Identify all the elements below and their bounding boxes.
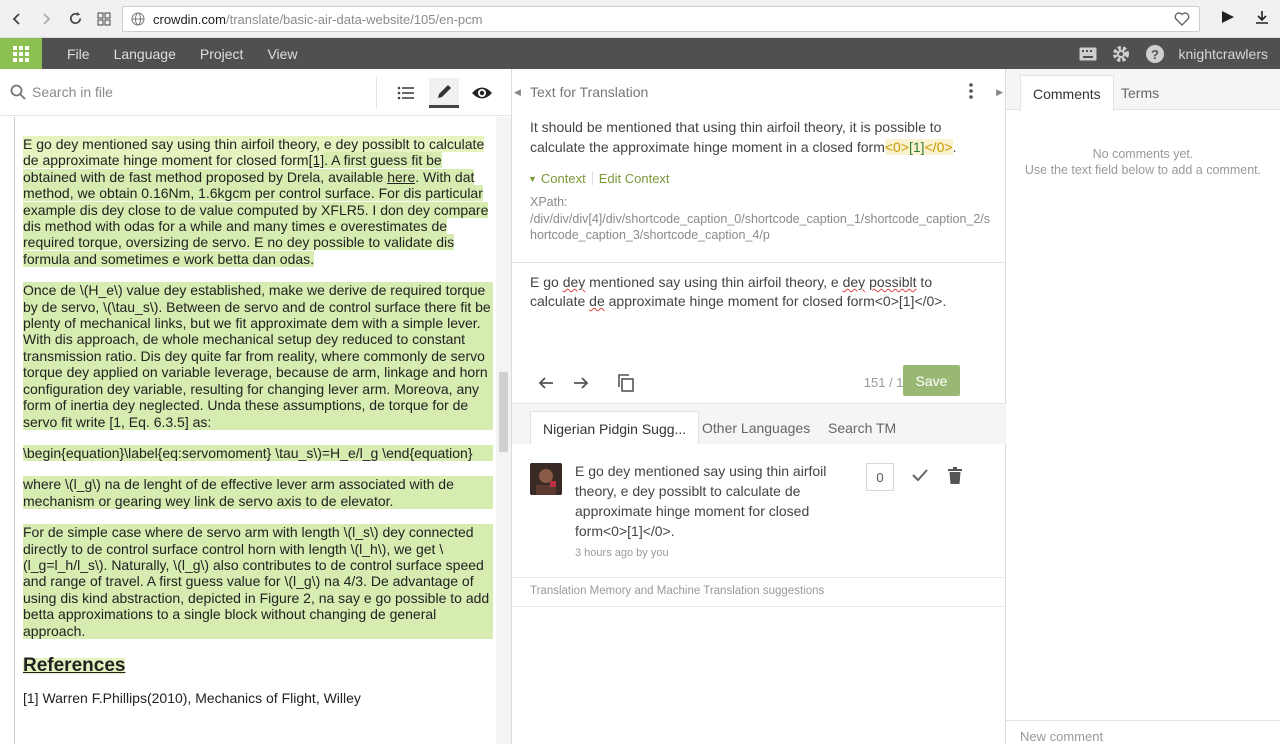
menu-language[interactable]: Language [102,46,188,62]
keyboard-icon[interactable] [1079,47,1097,61]
app-grid-icon[interactable] [0,38,42,69]
download-icon[interactable] [1254,9,1270,25]
url-host: crowdin.com [153,11,226,27]
trash-icon[interactable] [948,467,962,484]
search-in-file-input[interactable] [32,81,372,103]
drela-link[interactable]: here [387,168,416,185]
search-icon [10,84,26,100]
menu-project[interactable]: Project [188,46,256,62]
paragraph-3[interactable]: where \(l_g\) na de lenght of de effecti… [23,476,493,510]
gear-icon[interactable] [1111,44,1131,64]
comments-tabs: Comments Terms [1006,69,1280,111]
avatar [530,463,562,495]
context-divider [591,172,593,185]
app-menu-bar: File Language Project View ? knightcrawl… [0,38,1280,69]
username[interactable]: knightcrawlers [1179,46,1268,62]
tab-search-tm[interactable]: Search TM [816,411,908,444]
menu-view[interactable]: View [255,46,309,62]
tab-comments[interactable]: Comments [1020,75,1114,111]
suggestion-tabs: Nigerian Pidgin Sugg... Other Languages … [512,404,1006,444]
divider [512,577,1006,578]
browser-toolbar: crowdin.com/translate/basic-air-data-web… [0,0,1280,38]
address-bar[interactable]: crowdin.com/translate/basic-air-data-web… [122,6,1200,32]
tab-nigerian-pidgin[interactable]: Nigerian Pidgin Sugg... [530,411,700,444]
no-comments-message: No comments yet. Use the text field belo… [1024,147,1262,177]
source-string: It should be mentioned that using thin a… [530,119,957,155]
heart-icon[interactable] [1173,10,1191,28]
eye-preview-icon[interactable] [467,78,497,108]
save-button[interactable]: Save [903,365,960,396]
suggestion-text[interactable]: E go dey mentioned say using thin airfoi… [575,461,835,541]
tab-terms[interactable]: Terms [1109,75,1171,111]
tm-mt-label: Translation Memory and Machine Translati… [530,585,825,597]
send-flag-icon[interactable] [1220,9,1236,25]
globe-icon [131,12,145,26]
next-string-icon[interactable] [571,373,591,393]
svg-text:?: ? [1151,47,1159,62]
panel-title: Text for Translation [530,84,649,100]
suggestion-item: E go dey mentioned say using thin airfoi… [530,461,990,571]
divider [512,606,1006,607]
list-view-icon[interactable] [391,78,421,108]
vote-count: 0 [866,463,894,491]
menu-file[interactable]: File [55,46,102,62]
paragraph-2[interactable]: Once de \(H_e\) value dey established, m… [23,282,493,430]
forward-arrow-icon[interactable] [34,7,58,31]
previous-string-icon[interactable] [536,373,556,393]
back-arrow-icon[interactable] [5,7,29,31]
scrollbar-thumb[interactable] [499,372,508,452]
paragraph-4[interactable]: For de simple case where de servo arm wi… [23,524,493,639]
context-row: ▼ Context Edit Context [528,171,670,186]
paragraph-1[interactable]: E go dey mentioned say using thin airfoi… [23,136,493,267]
collapse-right-icon[interactable]: ▶ [996,87,1003,98]
left-toolbar [0,69,511,116]
suggestion-meta: 3 hours ago by you [575,547,669,559]
tab-other-languages[interactable]: Other Languages [690,411,822,444]
approve-check-icon[interactable] [911,467,929,483]
xpath-info: XPath: /div/div/div[4]/div/shortcode_cap… [530,195,991,242]
reload-icon[interactable] [63,7,87,31]
editor-actions: 151 / 144 Save [512,363,1006,403]
collapse-left-icon[interactable]: ◀ [514,87,521,98]
reference-1[interactable]: [1] Warren F.Phillips(2010), Mechanics o… [23,690,493,706]
copy-source-icon[interactable] [616,373,636,393]
url-path: /translate/basic-air-data-website/105/en… [225,11,483,27]
toolbar-divider [376,77,377,109]
paragraph-equation[interactable]: \begin{equation}\label{eq:servomoment} \… [23,444,493,462]
pencil-edit-icon[interactable] [429,78,459,108]
references-heading[interactable]: References [23,656,126,675]
more-options-icon[interactable] [969,83,973,99]
help-icon[interactable]: ? [1145,44,1165,64]
apps-grid-icon[interactable] [92,7,116,31]
translation-textarea[interactable]: E go dey mentioned say using thin airfoi… [530,273,990,311]
caret-down-icon[interactable]: ▼ [528,174,537,184]
new-comment-input[interactable]: New comment [1006,720,1280,744]
edit-context-link[interactable]: Edit Context [599,171,670,186]
comments-panel: Comments Terms No comments yet. Use the … [1006,69,1280,744]
source-document-panel: E go dey mentioned say using thin airfoi… [0,69,512,744]
divider [512,262,1006,263]
translation-panel: ◀ Text for Translation ▶ It should be me… [512,69,1006,744]
document-preview: E go dey mentioned say using thin airfoi… [14,117,496,744]
document-scrollbar[interactable] [496,117,511,744]
context-toggle[interactable]: Context [541,171,586,186]
